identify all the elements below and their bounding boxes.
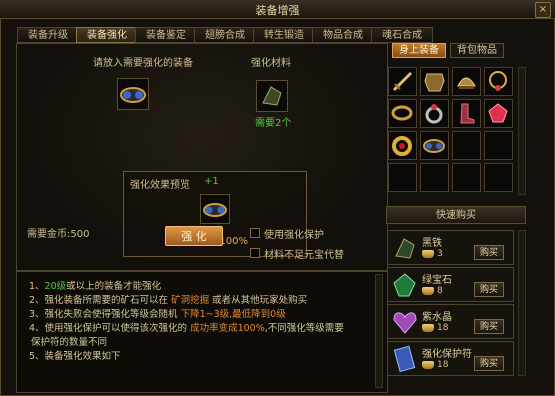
yuanbao-checkbox-label: 材料不足元宝代替 [264, 250, 344, 261]
inventory-slot[interactable] [420, 163, 449, 192]
shop-item-price: 18 [437, 360, 449, 370]
tab-equip-upgrade[interactable]: 装备升级 [17, 27, 79, 43]
inventory-slot[interactable] [388, 99, 417, 128]
ruby-icon [488, 103, 508, 123]
preview-bonus: +1 [204, 176, 219, 187]
inventory-slot[interactable] [420, 67, 449, 96]
amethyst-icon [393, 312, 417, 334]
buy-button[interactable]: 购买 [474, 245, 504, 260]
tab-item-synthesis[interactable]: 物品合成 [312, 27, 374, 43]
emerald-icon [393, 273, 416, 297]
tab-soulstone-synthesis[interactable]: 魂石合成 [371, 27, 433, 43]
tab-wing-synthesis[interactable]: 翅膀合成 [194, 27, 256, 43]
strengthen-panel: 请放入需要强化的装备 强化材料 需要2个 强化效果预览 +1 成功率:100% … [16, 43, 388, 271]
yuanbao-checkbox[interactable] [250, 248, 260, 258]
helmet-icon [457, 77, 476, 89]
gold-ingot-icon [422, 361, 434, 369]
inventory-slot[interactable] [452, 99, 481, 128]
armor-icon [424, 73, 445, 92]
inventory-slot[interactable] [420, 99, 449, 128]
equip-prompt-label: 请放入需要强化的装备 [93, 58, 193, 69]
inventory-scrollbar[interactable] [518, 67, 526, 195]
tab-rebirth-forge[interactable]: 转生锻造 [253, 27, 315, 43]
inventory-slot[interactable] [452, 67, 481, 96]
window-title: 装备增强 [255, 4, 300, 17]
inventory-slot[interactable] [388, 67, 417, 96]
inventory-slot[interactable] [420, 131, 449, 160]
material-need-text: 需要2个 [255, 118, 292, 129]
bracelet-icon [391, 105, 413, 121]
goggles-icon [120, 87, 146, 103]
gold-ingot-icon [422, 287, 434, 295]
protect-talisman-icon [393, 345, 416, 373]
title-bar[interactable]: 装备增强 × [0, 0, 555, 19]
shop-item-emerald: 绿宝石 8 购买 [387, 267, 514, 302]
inventory-slot[interactable] [484, 67, 513, 96]
protect-checkbox[interactable] [250, 228, 260, 238]
shop-item-price: 18 [437, 323, 449, 333]
shop-item-price: 8 [437, 286, 443, 296]
boots-icon [460, 103, 475, 124]
strengthen-button[interactable]: 强 化 [165, 226, 223, 246]
gold-ingot-icon [422, 250, 434, 258]
shop-item-amethyst: 紫水晶 18 购买 [387, 304, 514, 339]
shop-item-name: 强化保护符 [422, 349, 472, 360]
shop-item-name: 紫水晶 [422, 312, 452, 323]
info-line: 3、强化失败会使得强化等级会随机 下降1~3级,最低降到0级 [29, 309, 286, 320]
inventory-slot[interactable] [484, 99, 513, 128]
black-iron-icon [395, 238, 415, 259]
necklace-icon [489, 71, 507, 91]
info-line: 5、装备强化效果如下 [29, 351, 121, 362]
goggles-icon [203, 203, 227, 217]
inventory-slot[interactable] [388, 163, 417, 192]
info-line: 2、强化装备所需要的矿石可以在 矿洞挖掘 或者从其他玩家处购买 [29, 295, 308, 306]
shop-item-protect-talisman: 强化保护符 18 购买 [387, 341, 514, 376]
equip-slot[interactable] [117, 78, 149, 110]
shop-item-name: 黑铁 [422, 238, 442, 249]
shop-item-name: 绿宝石 [422, 275, 452, 286]
preview-title: 强化效果预览 [130, 180, 190, 191]
info-line: 1、20级或以上的装备才能强化 [29, 281, 162, 292]
inventory-slot[interactable] [388, 131, 417, 160]
sword-icon [392, 71, 413, 92]
goggles-icon [423, 139, 445, 153]
shop-scrollbar[interactable] [518, 230, 526, 376]
shop-item-price: 3 [437, 249, 443, 259]
tab-equipped-items[interactable]: 身上装备 [392, 43, 446, 58]
inventory-slot[interactable] [452, 163, 481, 192]
gold-required-text: 需要金币:500 [27, 229, 90, 240]
tab-equip-identify[interactable]: 装备鉴定 [135, 27, 197, 43]
material-slot[interactable] [256, 80, 288, 112]
inventory-grid [388, 67, 514, 195]
inventory-slot[interactable] [452, 131, 481, 160]
buy-button[interactable]: 购买 [474, 282, 504, 297]
info-line: 保护符的数量不同 [31, 337, 108, 348]
ring-icon [425, 104, 443, 124]
quick-buy-title: 快速购买 [386, 206, 526, 224]
info-scrollbar[interactable] [375, 274, 383, 388]
buy-button[interactable]: 购买 [474, 356, 504, 371]
inventory-slot[interactable] [484, 131, 513, 160]
inventory-slot[interactable] [484, 163, 513, 192]
close-icon[interactable]: × [539, 4, 547, 15]
tab-equip-strengthen[interactable]: 装备强化 [76, 27, 138, 43]
info-line: 4、使用强化保护可以使得该次强化的 成功率变成100%,不同强化等级需要 [29, 323, 344, 334]
gold-ring-icon [392, 136, 412, 156]
close-button[interactable]: × [535, 2, 551, 18]
protect-checkbox-label: 使用强化保护 [264, 230, 324, 241]
material-label: 强化材料 [251, 58, 291, 69]
buy-button[interactable]: 购买 [474, 319, 504, 334]
info-panel: 1、20级或以上的装备才能强化 2、强化装备所需要的矿石可以在 矿洞挖掘 或者从… [16, 271, 388, 393]
black-iron-icon [262, 86, 282, 106]
gold-ingot-icon [422, 324, 434, 332]
preview-slot [200, 194, 230, 224]
shop-item-black-iron: 黑铁 3 购买 [387, 230, 514, 265]
tab-bag-items[interactable]: 背包物品 [450, 43, 504, 58]
